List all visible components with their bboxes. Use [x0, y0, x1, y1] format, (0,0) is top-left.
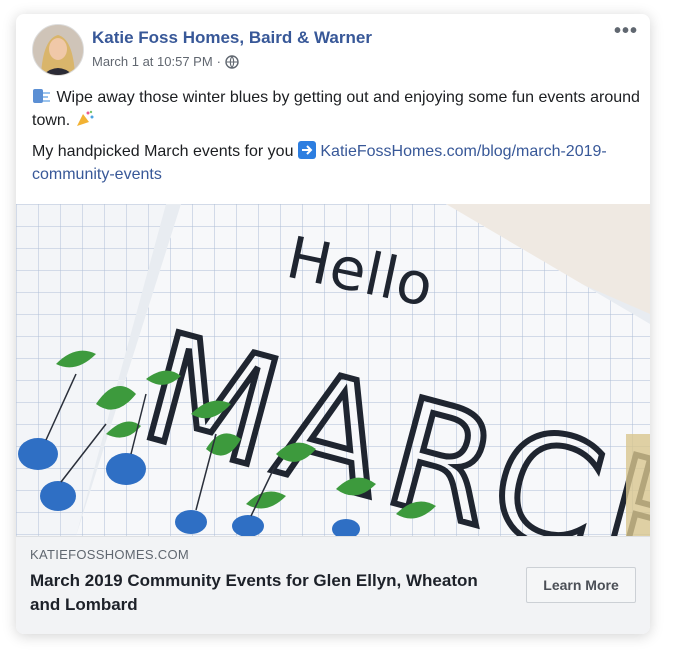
timestamp[interactable]: March 1 at 10:57 PM	[92, 54, 213, 69]
post-header: Katie Foss Homes, Baird & Warner March 1…	[16, 14, 650, 94]
page-name-link[interactable]: Katie Foss Homes, Baird & Warner	[92, 28, 372, 48]
party-popper-emoji-icon	[76, 110, 94, 126]
link-preview-image[interactable]: Hello MARCH	[16, 204, 650, 536]
link-headline[interactable]: March 2019 Community Events for Glen Ell…	[30, 569, 500, 617]
right-arrow-emoji-icon	[297, 141, 316, 159]
more-options-icon[interactable]: •••	[614, 21, 638, 41]
post-text-line-2: My handpicked March events for you Katie…	[32, 140, 642, 186]
post-text: Wipe away those winter blues by getting …	[32, 86, 642, 194]
avatar[interactable]	[32, 24, 84, 76]
link-domain: KATIEFOSSHOMES.COM	[30, 547, 190, 562]
post-text-prefix: My handpicked March events for you	[32, 143, 294, 160]
post-meta: March 1 at 10:57 PM ·	[92, 54, 239, 69]
learn-more-button[interactable]: Learn More	[526, 567, 636, 603]
wind-emoji-icon	[33, 89, 50, 103]
post-text-line-1: Wipe away those winter blues by getting …	[32, 86, 642, 132]
post-card: Katie Foss Homes, Baird & Warner March 1…	[16, 14, 650, 634]
post-text-main: Wipe away those winter blues by getting …	[32, 89, 640, 129]
globe-icon[interactable]	[225, 54, 239, 69]
link-preview-footer[interactable]: KATIEFOSSHOMES.COM March 2019 Community …	[16, 536, 650, 634]
meta-separator: ·	[216, 54, 222, 69]
